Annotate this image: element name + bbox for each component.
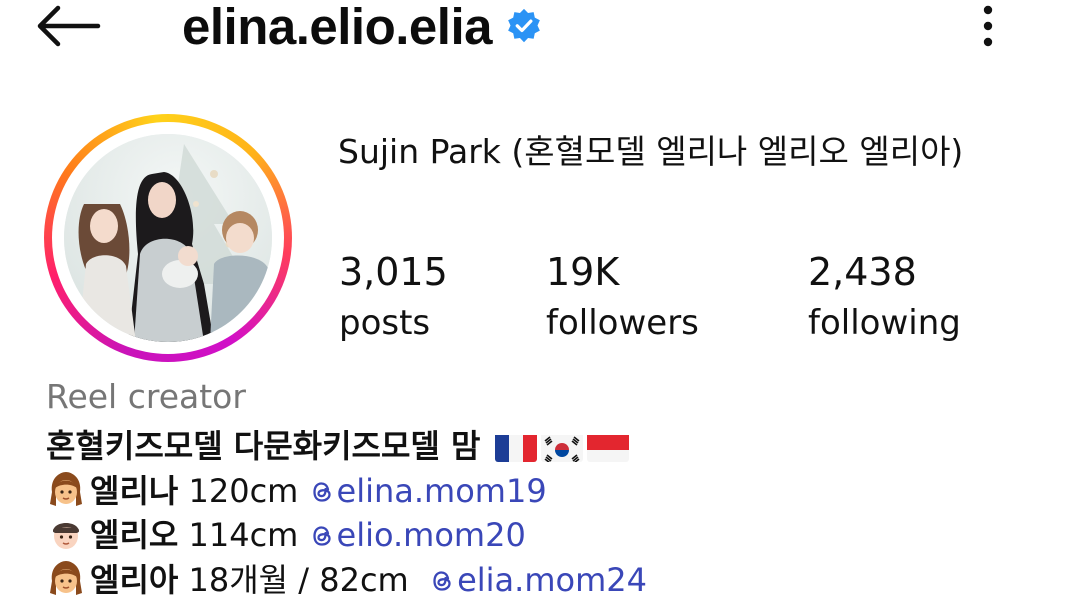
back-button[interactable]	[32, 4, 104, 48]
child-name: 엘리오	[90, 516, 179, 554]
flag-south-korea-icon	[540, 432, 583, 462]
girl-emoji-icon	[46, 470, 86, 510]
posts-count: 3,015	[339, 250, 448, 294]
following-label: following	[808, 303, 961, 343]
threads-mention-link[interactable]: elia.mom24	[429, 561, 647, 599]
family-photo-image	[64, 134, 272, 342]
child-name: 엘리아	[90, 560, 179, 599]
username-header: elina.elio.elia	[182, 0, 542, 58]
child-info: 18개월 / 82cm	[188, 560, 419, 599]
bio-tagline: 혼혈키즈모델 다문화키즈모델 맘	[46, 427, 481, 465]
avatar	[64, 134, 272, 342]
following-stat[interactable]: 2,438 following	[808, 250, 961, 346]
mention-handle: elia.mom24	[457, 560, 647, 599]
bio-child-line: 엘리나 120cm elina.mom19	[46, 469, 1046, 514]
followers-count: 19K	[546, 250, 620, 294]
girl-emoji-icon	[46, 559, 86, 599]
bio: 혼혈키즈모델 다문화키즈모델 맘 엘리나 120cm elina.mom19 엘…	[46, 424, 1046, 602]
mention-handle: elio.mom20	[336, 516, 526, 554]
verified-badge-icon	[508, 8, 540, 43]
followers-stat[interactable]: 19K followers	[546, 250, 699, 346]
posts-stat[interactable]: 3,015 posts	[339, 250, 448, 346]
following-count: 2,438	[808, 250, 917, 294]
more-options-button[interactable]	[968, 2, 1008, 50]
top-bar: elina.elio.elia	[0, 0, 1080, 60]
display-name: Sujin Park (혼혈모델 엘리나 엘리오 엘리아)	[338, 132, 964, 171]
bio-child-line: 엘리오 114cm elio.mom20	[46, 513, 1046, 558]
child-name: 엘리나	[90, 471, 179, 510]
bio-child-line: 엘리아 18개월 / 82cm elia.mom24	[46, 558, 1046, 603]
back-arrow-icon	[37, 5, 101, 47]
threads-mention-link[interactable]: elina.mom19	[309, 472, 547, 510]
username: elina.elio.elia	[182, 0, 492, 55]
child-info: 114cm	[188, 516, 299, 554]
profile-avatar-story-ring[interactable]	[44, 114, 292, 362]
threads-icon	[433, 570, 451, 591]
child-info: 120cm	[188, 471, 299, 510]
flag-france-icon	[494, 432, 537, 462]
threads-icon	[312, 526, 331, 546]
threads-mention-link[interactable]: elio.mom20	[309, 516, 526, 554]
mention-handle: elina.mom19	[336, 471, 547, 510]
profile-category: Reel creator	[46, 377, 246, 416]
boy-emoji-icon	[46, 514, 86, 554]
more-vertical-icon	[983, 5, 993, 47]
followers-label: followers	[546, 303, 699, 343]
bio-line-1: 혼혈키즈모델 다문화키즈모델 맘	[46, 424, 1046, 469]
threads-icon	[312, 481, 331, 502]
flag-indonesia-icon	[586, 432, 629, 462]
posts-label: posts	[339, 303, 431, 343]
